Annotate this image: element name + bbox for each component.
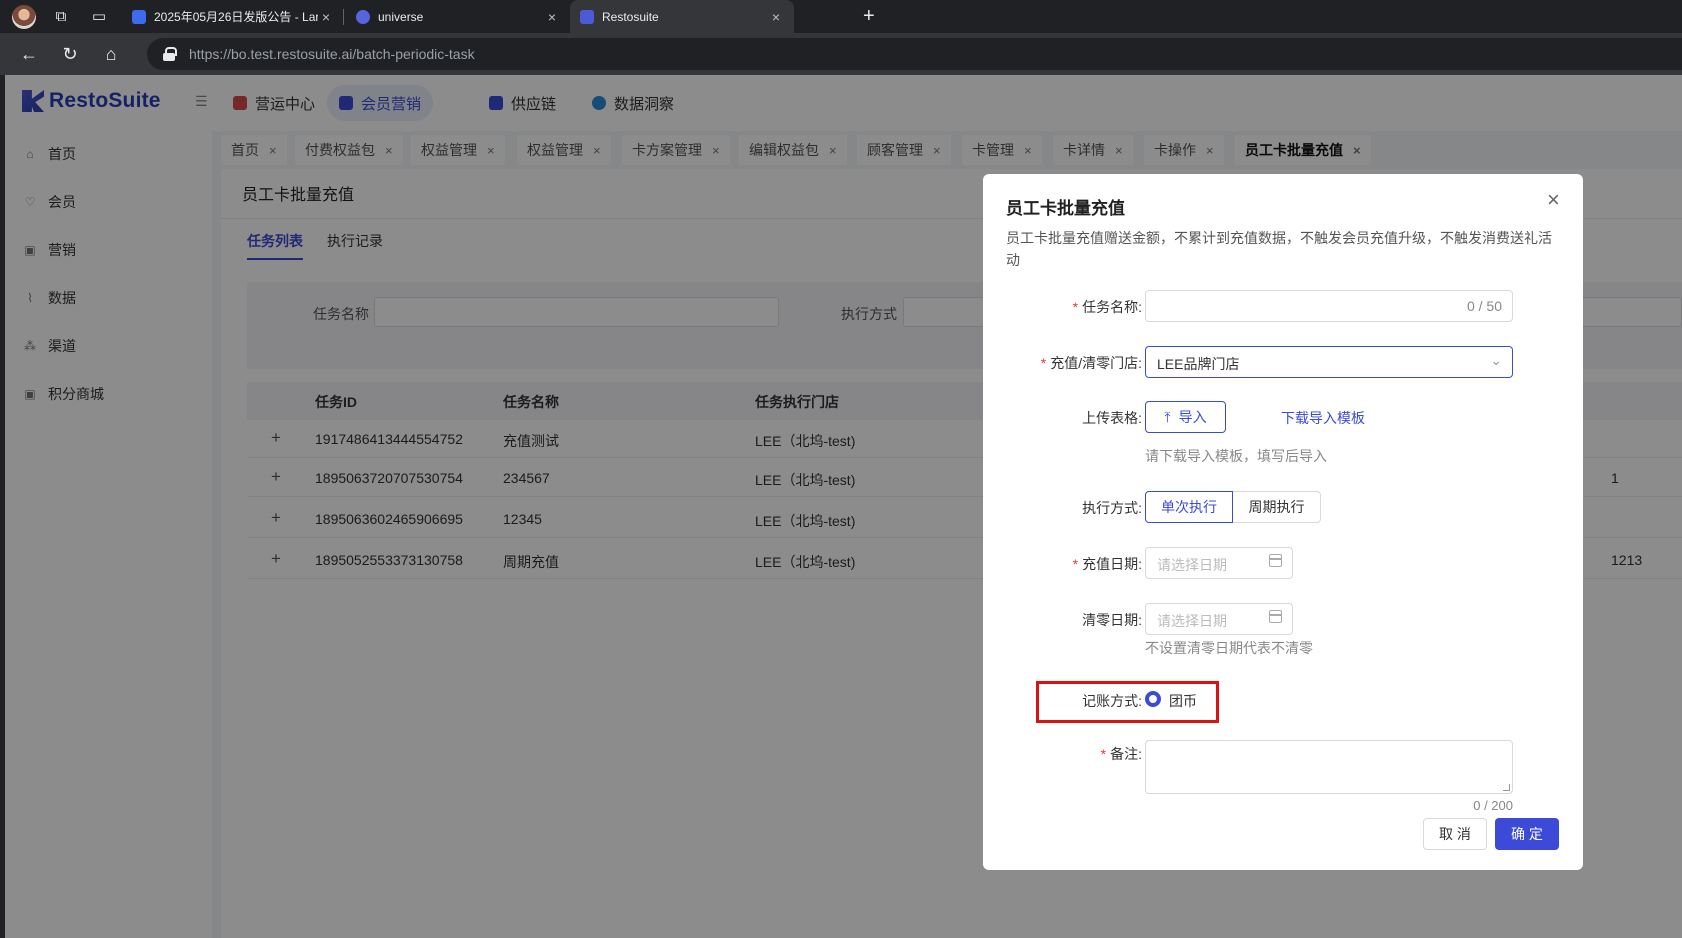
upload-icon: ⤒ [1164, 408, 1171, 425]
url-host: https://bo.test.restosuite.ai [189, 46, 353, 62]
close-icon[interactable]: × [544, 9, 560, 25]
dialog-description: 员工卡批量充值赠送金额，不累计到充值数据，不触发会员充值升级，不触发消费送礼活动 [1006, 230, 1552, 268]
lark-doc-icon [132, 9, 146, 24]
upload-label: 上传表格: [1082, 410, 1142, 426]
profile-avatar[interactable] [12, 5, 36, 29]
clear-date-picker[interactable]: 请选择日期 [1145, 603, 1293, 635]
store-select[interactable]: LEE品牌门店 ⌄ [1145, 346, 1513, 378]
upload-hint: 请下载导入模板，填写后导入 [1145, 448, 1327, 464]
recharge-date-label: * 充值日期: [1072, 556, 1142, 572]
recharge-date-picker[interactable]: 请选择日期 [1145, 547, 1293, 579]
close-icon[interactable]: × [768, 9, 784, 25]
lock-icon [163, 47, 177, 61]
remark-char-count: 0 / 200 [1473, 798, 1513, 813]
back-icon[interactable]: ← [16, 41, 42, 67]
exec-mode-periodic-option[interactable]: 周期执行 [1233, 491, 1321, 523]
exec-mode-label: 执行方式: [1082, 500, 1142, 516]
url-path: /batch-periodic-task [352, 46, 475, 62]
universe-icon [356, 9, 370, 24]
task-name-input[interactable]: 0 / 50 [1145, 290, 1513, 322]
close-icon[interactable]: × [318, 9, 334, 25]
restosuite-icon [580, 9, 594, 24]
import-button[interactable]: ⤒ 导入 [1145, 401, 1226, 433]
accounting-radio[interactable] [1145, 691, 1161, 707]
confirm-button[interactable]: 确 定 [1495, 818, 1559, 850]
task-name-label: * 任务名称: [1072, 299, 1142, 315]
store-label: * 充值/清零门店: [1040, 355, 1142, 371]
clear-date-label: 清零日期: [1082, 612, 1142, 628]
calendar-icon [1269, 610, 1282, 623]
browser-toolbar: ← ↻ ⌂ https://bo.test.restosuite.ai/batc… [0, 33, 1682, 75]
clear-date-hint: 不设置清零日期代表不清零 [1145, 640, 1313, 656]
workspaces-icon[interactable]: ⧉ [51, 7, 71, 27]
batch-recharge-dialog: 员工卡批量充值 × 员工卡批量充值赠送金额，不累计到充值数据，不触发会员充值升级… [983, 174, 1583, 870]
accounting-option-label[interactable]: 团币 [1169, 691, 1197, 711]
reload-icon[interactable]: ↻ [57, 41, 83, 67]
dialog-title: 员工卡批量充值 [1006, 199, 1125, 218]
browser-tab-universe[interactable]: universe × [346, 0, 570, 33]
close-icon[interactable]: × [1547, 189, 1560, 211]
home-icon[interactable]: ⌂ [98, 41, 124, 67]
remark-textarea[interactable] [1145, 740, 1513, 794]
accounting-label: 记账方式: [1082, 693, 1142, 709]
tab-actions-icon[interactable]: ▭ [89, 7, 109, 27]
chevron-down-icon: ⌄ [1490, 352, 1502, 368]
calendar-icon [1269, 554, 1282, 567]
remark-label: * 备注: [1100, 746, 1142, 762]
address-bar[interactable]: https://bo.test.restosuite.ai/batch-peri… [147, 38, 1682, 70]
download-template-link[interactable]: 下载导入模板 [1281, 408, 1365, 428]
exec-mode-single-option[interactable]: 单次执行 [1145, 491, 1233, 523]
browser-tab-lark[interactable]: 2025年05月26日发版公告 - Lark云 × [122, 0, 344, 33]
browser-tabstrip: ⧉ ▭ 2025年05月26日发版公告 - Lark云 × universe ×… [0, 0, 1682, 33]
cancel-button[interactable]: 取 消 [1423, 818, 1487, 850]
task-name-char-count: 0 / 50 [1466, 298, 1502, 314]
new-tab-button[interactable]: + [863, 6, 875, 26]
browser-tab-restosuite[interactable]: Restosuite × [570, 0, 794, 33]
